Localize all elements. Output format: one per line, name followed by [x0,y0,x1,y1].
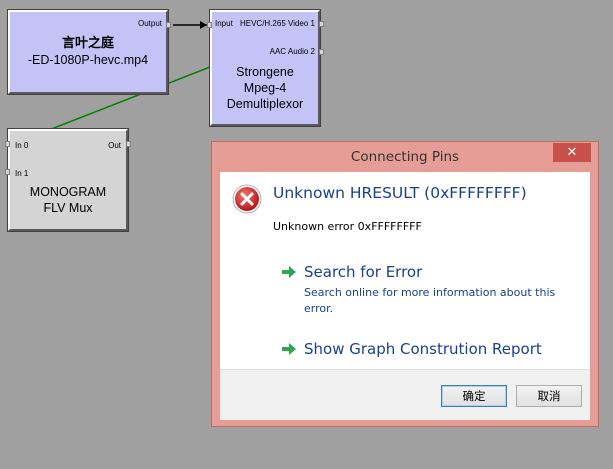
source-filter-title-line2: -ED-1080P-hevc.mp4 [27,53,149,67]
audio-pin-label: AAC Audio 2 [269,47,315,56]
source-filter-title-line1: 言叶之庭 [61,36,114,51]
main-instruction: Unknown HRESULT (0xFFFFFFFF) [273,184,527,202]
connecting-pins-dialog: Connecting Pins ✕ Unknown HRESULT (0xFFF… [211,141,599,427]
green-arrow-icon [282,266,296,278]
mux-title-line1: MONOGRAM [29,185,107,199]
demux-filter[interactable]: Input HEVC/H.265 Video 1 AAC Audio 2 Str… [209,9,321,127]
command-title: Show Graph Constrution Report [304,340,542,358]
dialog-titlebar[interactable]: Connecting Pins ✕ [212,142,598,172]
input-pin-label: Input [215,19,233,28]
dialog-footer: 确定 取消 [220,369,590,420]
demux-input-pin[interactable] [207,22,212,28]
command-link-show-report[interactable]: Show Graph Constrution Report [282,340,582,362]
source-output-pin[interactable] [166,22,171,28]
command-link-search-error[interactable]: Search for Error Search online for more … [282,263,582,319]
demux-title-line1: Strongene [236,65,294,79]
output-pin-label: Output [137,19,162,28]
mux-in1-pin[interactable] [5,169,10,175]
demux-audio-pin[interactable] [319,49,324,55]
video-pin-label: HEVC/H.265 Video 1 [239,19,315,28]
dialog-content-area: Unknown HRESULT (0xFFFFFFFF) Unknown err… [220,172,590,369]
mux-out-pin[interactable] [126,141,131,147]
command-title: Search for Error [304,263,423,281]
demux-title-line2: Mpeg-4 [243,81,287,95]
mux-filter[interactable]: In 0 Out In 1 MONOGRAM FLV Mux [7,128,129,232]
mux-title-line2: FLV Mux [43,201,93,215]
mux-in0-pin[interactable] [5,141,10,147]
demux-title-line3: Demultiplexor [226,97,304,111]
demux-video-pin[interactable] [319,21,324,27]
error-icon [232,184,262,214]
dialog-title: Connecting Pins [350,149,460,165]
green-arrow-icon [282,343,296,355]
command-description: Search online for more information about… [304,286,556,315]
connection-arrowhead [200,21,207,29]
in0-pin-label: In 0 [15,141,29,150]
source-filter[interactable]: Output 言叶之庭 -ED-1080P-hevc.mp4 [7,9,169,95]
close-button[interactable]: ✕ [553,143,591,162]
out-pin-label: Out [108,141,121,150]
cancel-button[interactable]: 取消 [516,385,582,407]
ok-button[interactable]: 确定 [441,385,507,407]
error-content-text: Unknown error 0xFFFFFFFF [273,220,422,233]
in1-pin-label: In 1 [15,169,29,178]
